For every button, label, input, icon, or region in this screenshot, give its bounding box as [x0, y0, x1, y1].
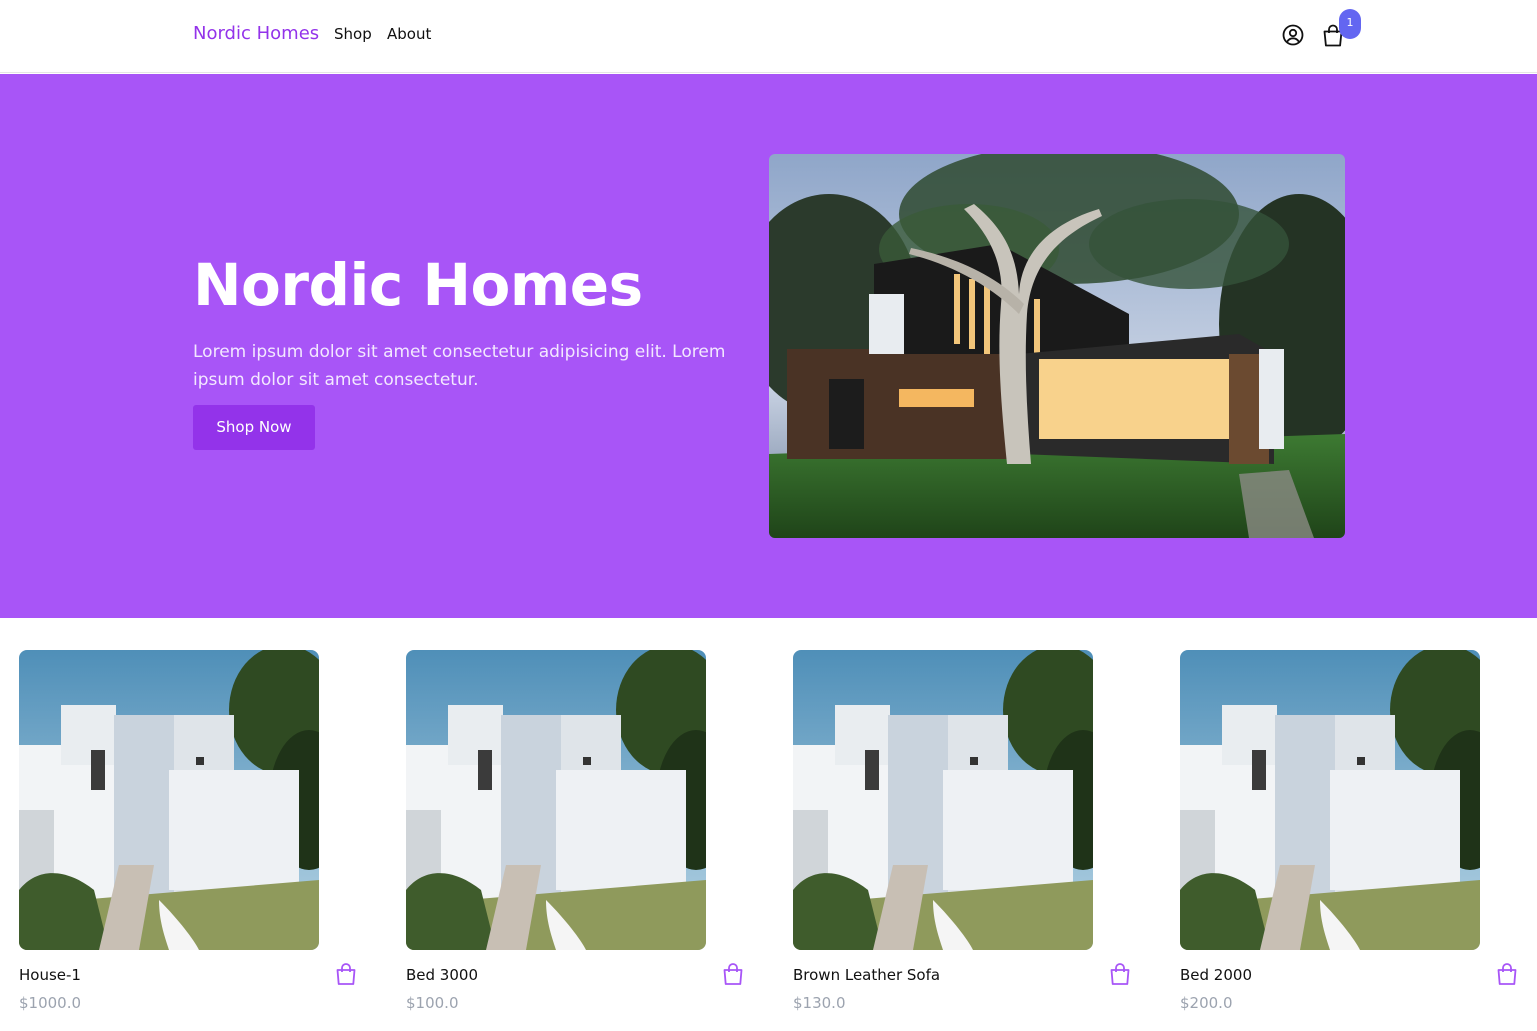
- product-image[interactable]: [793, 650, 1093, 950]
- add-to-cart-bag-icon[interactable]: [722, 962, 744, 986]
- product-image[interactable]: [19, 650, 319, 950]
- hero-section: Nordic Homes Lorem ipsum dolor sit amet …: [0, 74, 1537, 618]
- product-card[interactable]: Bed 2000 $200.0: [1180, 650, 1520, 1030]
- product-card[interactable]: Brown Leather Sofa $130.0: [793, 650, 1133, 1030]
- product-name: House-1: [19, 966, 81, 984]
- nav-link-shop[interactable]: Shop: [334, 25, 372, 43]
- product-price: $100.0: [406, 994, 459, 1012]
- hero-description: Lorem ipsum dolor sit amet consectetur a…: [193, 342, 726, 390]
- shop-now-button[interactable]: Shop Now: [193, 405, 315, 450]
- top-navbar: Nordic Homes Shop About 1: [0, 0, 1537, 73]
- hero-title: Nordic Homes: [193, 251, 643, 319]
- hero-house-image: [769, 154, 1345, 538]
- add-to-cart-bag-icon[interactable]: [1109, 962, 1131, 986]
- product-image[interactable]: [406, 650, 706, 950]
- cart-count-badge: 1: [1339, 9, 1361, 39]
- product-name: Bed 2000: [1180, 966, 1252, 984]
- product-card[interactable]: House-1 $1000.0: [19, 650, 359, 1030]
- product-name: Brown Leather Sofa: [793, 966, 941, 984]
- add-to-cart-bag-icon[interactable]: [1496, 962, 1518, 986]
- product-price: $200.0: [1180, 994, 1233, 1012]
- product-image[interactable]: [1180, 650, 1480, 950]
- product-price: $130.0: [793, 994, 846, 1012]
- nav-link-about[interactable]: About: [387, 25, 431, 43]
- user-circle-icon[interactable]: [1281, 23, 1305, 47]
- add-to-cart-bag-icon[interactable]: [335, 962, 357, 986]
- product-card[interactable]: Bed 3000 $100.0: [406, 650, 746, 1030]
- brand-logo-link[interactable]: Nordic Homes: [193, 23, 319, 44]
- product-name: Bed 3000: [406, 966, 478, 984]
- product-price: $1000.0: [19, 994, 82, 1012]
- product-grid: House-1 $1000.0 Bed 3000 $100.0 Brown Le…: [0, 618, 1537, 1031]
